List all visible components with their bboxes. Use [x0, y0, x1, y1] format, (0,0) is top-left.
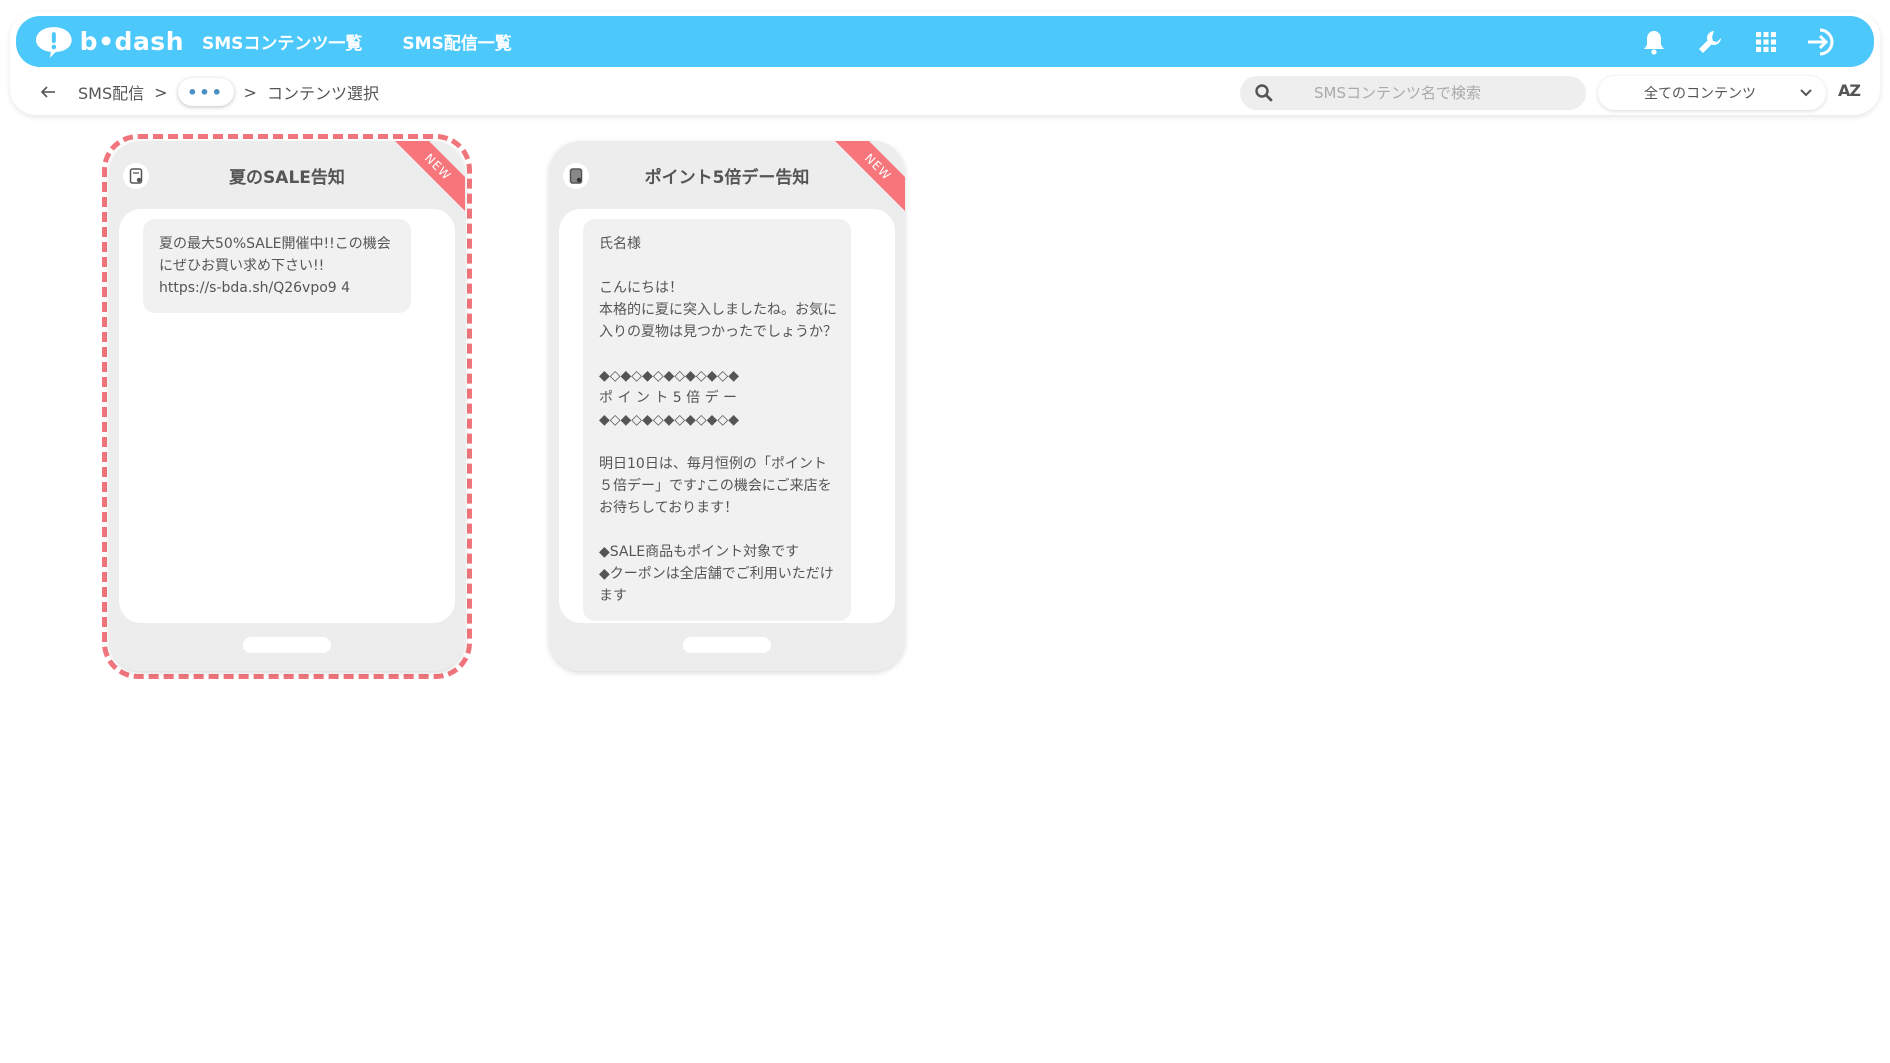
wrench-icon[interactable] — [1694, 26, 1726, 58]
breadcrumb-separator: > — [154, 82, 168, 102]
filter-selected-label: 全てのコンテンツ — [1644, 86, 1756, 102]
breadcrumb-current: コンテンツ選択 — [266, 84, 379, 103]
sms-icon — [563, 163, 589, 189]
search-icon — [1255, 84, 1273, 102]
search-box — [1240, 76, 1586, 110]
breadcrumb-more-button[interactable]: ••• — [177, 78, 234, 106]
app-header: b•dash SMSコンテンツ一覧 SMS配信一覧 — [16, 16, 1874, 67]
chevron-down-icon — [1800, 89, 1812, 97]
grid-icon[interactable] — [1750, 26, 1782, 58]
logo-icon — [35, 26, 72, 58]
message-bubble: 氏名様 こんにちは！ 本格的に夏に突入しましたね。お気に入りの夏物は見つかったで… — [583, 219, 851, 621]
breadcrumb-separator: > — [243, 82, 257, 102]
top-bar: b•dash SMSコンテンツ一覧 SMS配信一覧 SMS配信 > ••• > … — [10, 12, 1880, 115]
message-bubble: 夏の最大50%SALE開催中!!この機会にぜひお買い求め下さい!! https:… — [143, 219, 411, 313]
card-title: ポイント5倍デー告知 — [644, 167, 810, 188]
content-card[interactable]: ポイント5倍デー告知 NEW 氏名様 こんにちは！ 本格的に夏に突入しましたね。… — [549, 141, 905, 671]
bell-icon[interactable] — [1638, 26, 1670, 58]
search-input[interactable] — [1314, 84, 1574, 102]
card-title: 夏のSALE告知 — [229, 167, 345, 188]
nav-sms-contents[interactable]: SMSコンテンツ一覧 — [202, 29, 362, 54]
logout-icon[interactable] — [1806, 26, 1838, 58]
nav-sms-deliveries[interactable]: SMS配信一覧 — [402, 29, 511, 54]
breadcrumb-sms-delivery[interactable]: SMS配信 — [78, 80, 144, 104]
back-arrow-icon[interactable] — [36, 80, 60, 104]
card-screen: 氏名様 こんにちは！ 本格的に夏に突入しましたね。お気に入りの夏物は見つかったで… — [559, 209, 895, 623]
sub-navigation: SMS配信 > ••• > コンテンツ選択 全てのコンテンツ AZ — [10, 72, 1880, 112]
header-icons — [1614, 16, 1838, 67]
logo[interactable]: b•dash — [34, 25, 184, 59]
content-filter-select[interactable]: 全てのコンテンツ — [1598, 76, 1826, 110]
sms-icon — [123, 163, 149, 189]
home-indicator — [243, 637, 331, 653]
sort-az-button[interactable]: AZ — [1838, 81, 1861, 100]
logo-text: b•dash — [79, 27, 184, 56]
home-indicator — [683, 637, 771, 653]
content-card[interactable]: 夏のSALE告知 NEW 夏の最大50%SALE開催中!!この機会にぜひお買い求… — [109, 141, 465, 671]
card-screen: 夏の最大50%SALE開催中!!この機会にぜひお買い求め下さい!! https:… — [119, 209, 455, 623]
